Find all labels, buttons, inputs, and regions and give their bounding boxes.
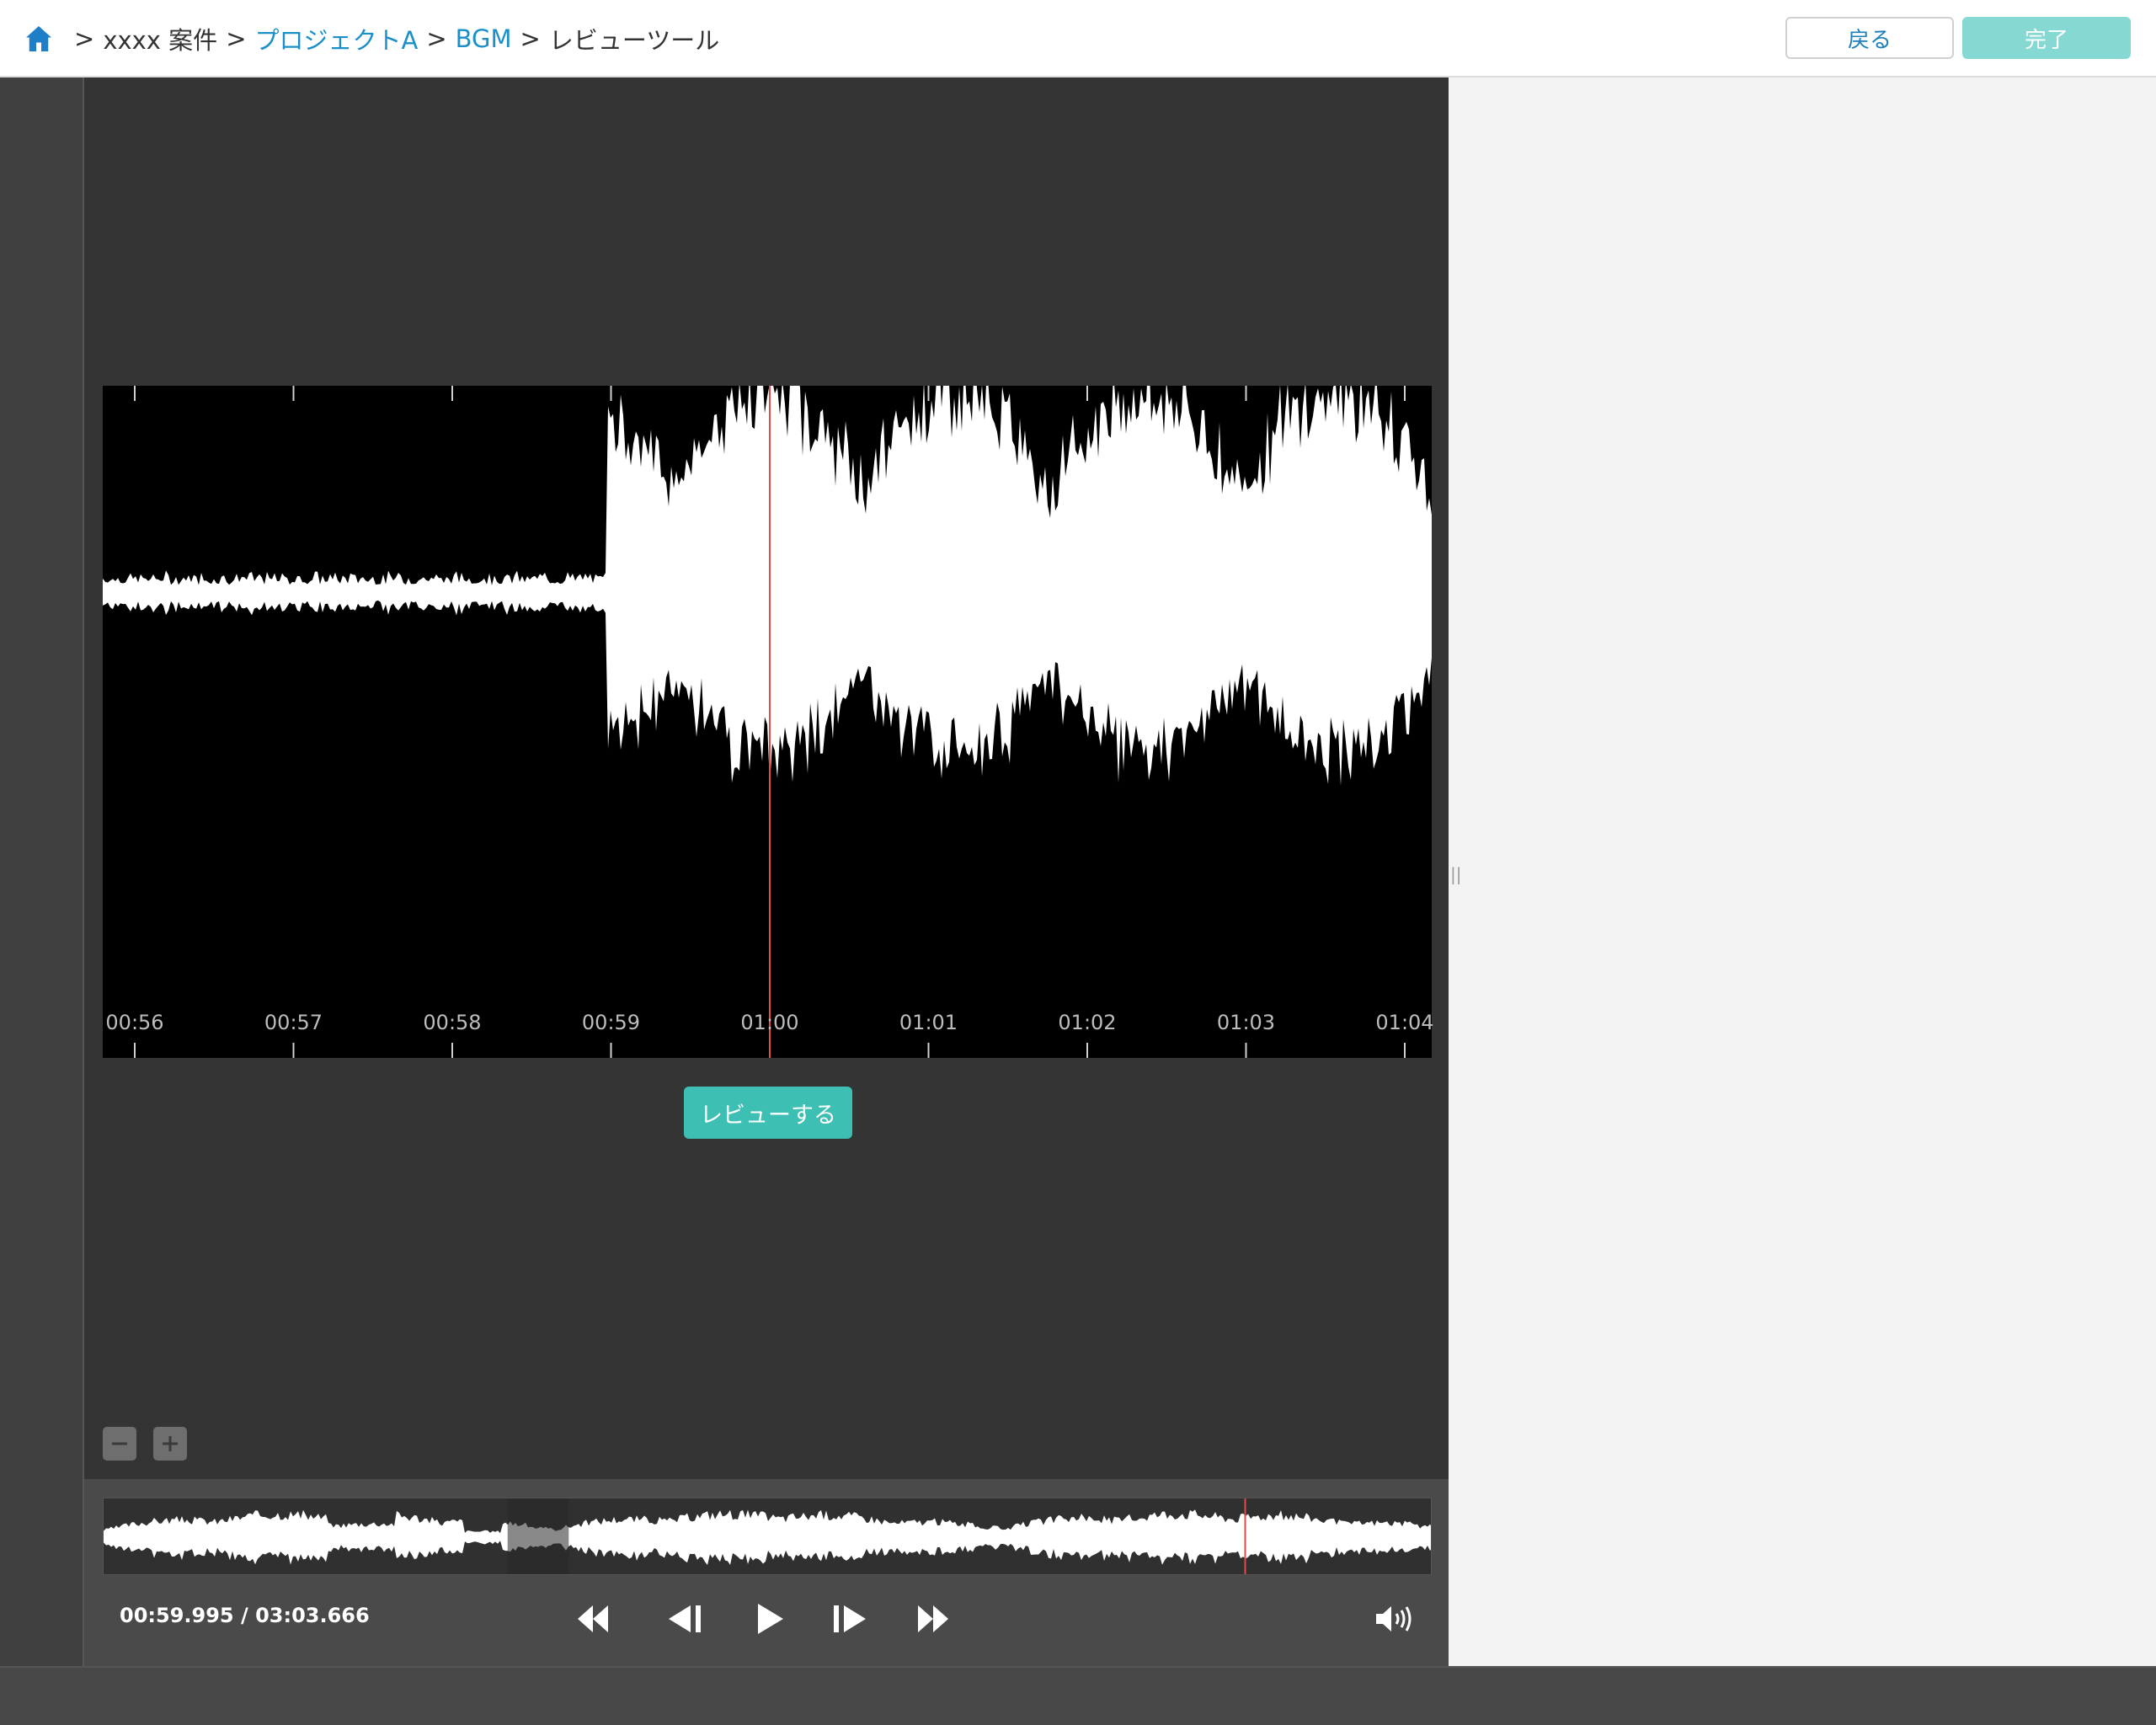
time-tick-label: 01:04 <box>1375 1011 1434 1034</box>
breadcrumb-separator: > <box>520 24 541 53</box>
zoom-out-button[interactable] <box>103 1427 136 1461</box>
review-button[interactable]: レビューする <box>684 1087 852 1139</box>
waveform-canvas[interactable] <box>103 386 1432 1058</box>
step-forward-icon <box>834 1605 866 1632</box>
time-tick-label: 00:56 <box>105 1011 164 1034</box>
step-back-button[interactable] <box>662 1595 709 1642</box>
time-tick-label: 01:03 <box>1216 1011 1276 1034</box>
zoom-in-button[interactable] <box>153 1427 187 1461</box>
time-tick-label: 00:57 <box>264 1011 323 1034</box>
breadcrumb-item-current: レビューツール <box>548 26 720 55</box>
breadcrumb-item-case: xxxx 案件 <box>103 26 218 55</box>
plus-icon <box>163 1436 178 1451</box>
play-button[interactable] <box>746 1595 793 1642</box>
time-readout: 00:59.995 / 03:03.666 <box>120 1604 370 1627</box>
time-tick-label: 01:00 <box>740 1011 799 1034</box>
bottom-status-bar <box>0 1666 2156 1725</box>
step-back-icon <box>669 1605 701 1632</box>
time-tick-label: 00:58 <box>423 1011 482 1034</box>
breadcrumb-separator: > <box>226 24 247 53</box>
fast-forward-icon <box>918 1605 948 1632</box>
comments-panel <box>1449 77 2156 1666</box>
waveform-shape <box>103 386 1432 786</box>
audio-player: 00:59.995 / 03:03.666 <box>84 1479 1449 1666</box>
waveform-viewer[interactable] <box>103 386 1432 1058</box>
rewind-button[interactable] <box>569 1595 616 1642</box>
overview-waveform[interactable] <box>103 1498 1432 1575</box>
breadcrumb-separator: > <box>74 24 95 53</box>
done-button[interactable]: 完了 <box>1962 17 2131 59</box>
breadcrumb: > xxxx 案件 > プロジェクトA > BGM > レビューツール <box>24 20 719 57</box>
top-header: > xxxx 案件 > プロジェクトA > BGM > レビューツール 戻る 完… <box>0 0 2156 77</box>
overview-waveform-canvas[interactable] <box>104 1498 1432 1575</box>
back-button[interactable]: 戻る <box>1785 17 1954 59</box>
volume-icon <box>1376 1606 1412 1632</box>
left-sidebar-strip <box>0 77 84 1666</box>
breadcrumb-separator: > <box>426 24 447 53</box>
time-separator: / <box>240 1604 248 1627</box>
breadcrumb-item-project[interactable]: プロジェクトA <box>255 21 419 56</box>
total-duration: 03:03.666 <box>255 1604 370 1627</box>
time-tick-label: 00:59 <box>581 1011 641 1034</box>
fast-forward-button[interactable] <box>910 1595 957 1642</box>
time-tick-label: 01:02 <box>1058 1011 1117 1034</box>
overview-view-window[interactable] <box>507 1498 569 1575</box>
home-icon[interactable] <box>24 24 54 54</box>
rewind-icon <box>578 1605 608 1632</box>
volume-button[interactable] <box>1371 1597 1418 1641</box>
panel-splitter-handle[interactable]: || <box>1450 864 1461 884</box>
minus-icon <box>112 1442 127 1445</box>
step-forward-button[interactable] <box>825 1595 873 1642</box>
breadcrumb-item-bgm[interactable]: BGM <box>456 24 512 53</box>
overview-waveform-shape <box>104 1509 1431 1565</box>
time-tick-label: 01:01 <box>899 1011 958 1034</box>
current-time: 00:59.995 <box>120 1604 234 1627</box>
play-icon <box>758 1604 783 1634</box>
